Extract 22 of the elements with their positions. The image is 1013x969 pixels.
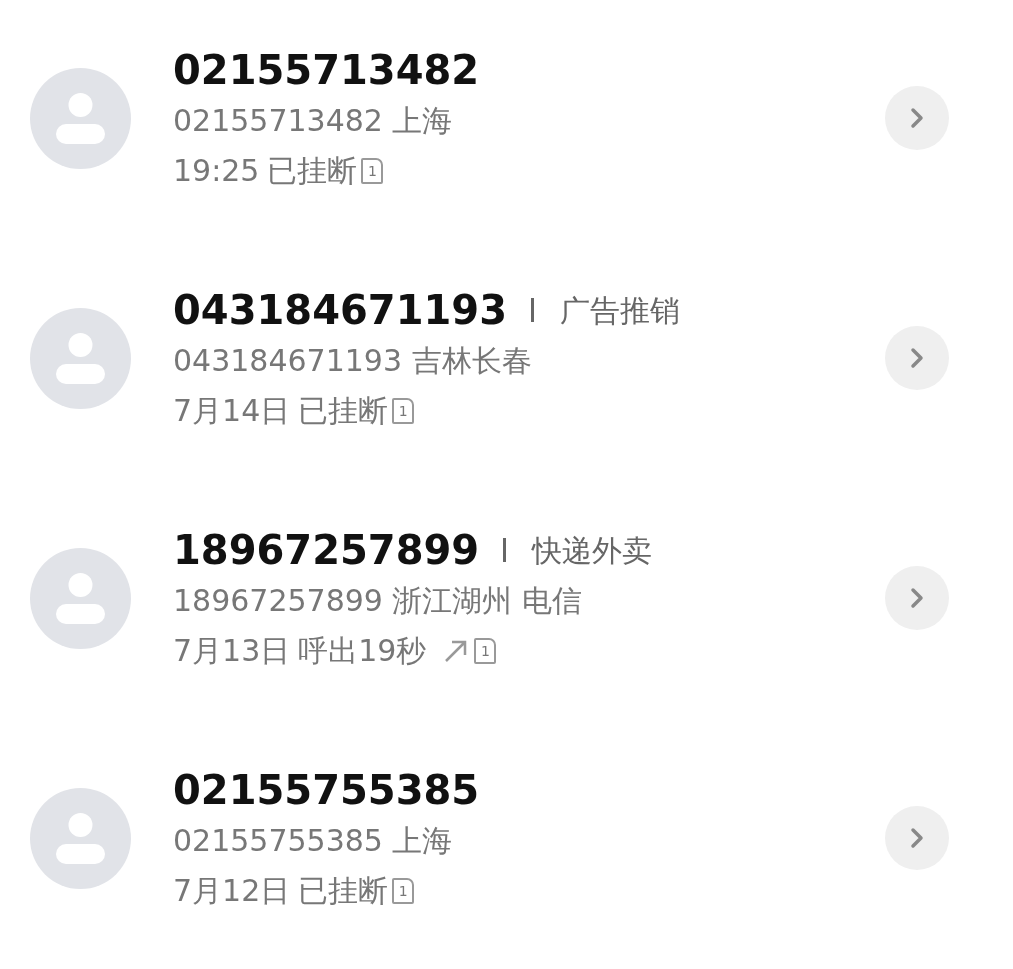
call-status: 呼出19秒	[298, 632, 427, 670]
number-location: 02155755385 上海	[173, 823, 453, 858]
phone-number: 02155755385	[173, 766, 480, 815]
phone-number: 043184671193	[173, 286, 507, 335]
phone-number: 02155713482	[173, 46, 480, 95]
call-time: 19:25	[173, 152, 260, 190]
phone-number: 18967257899	[173, 526, 480, 575]
call-status: 已挂断	[298, 872, 389, 910]
number-location: 043184671193 吉林长春	[173, 343, 532, 378]
sim-card-icon: 1	[392, 878, 415, 904]
number-location: 18967257899 浙江湖州 电信	[173, 583, 583, 618]
sim-card-icon: 1	[361, 158, 384, 184]
call-time: 7月14日	[173, 392, 291, 430]
number-location: 02155713482 上海	[173, 103, 453, 138]
call-time: 7月13日	[173, 632, 291, 670]
sim-card-icon: 1	[392, 398, 415, 424]
number-tag: 广告推销	[560, 287, 680, 333]
number-tag: 快递外卖	[532, 527, 653, 573]
call-status: 已挂断	[267, 152, 358, 190]
call-status: 已挂断	[298, 392, 389, 430]
call-time: 7月12日	[173, 872, 291, 910]
sim-card-icon: 1	[474, 638, 497, 664]
